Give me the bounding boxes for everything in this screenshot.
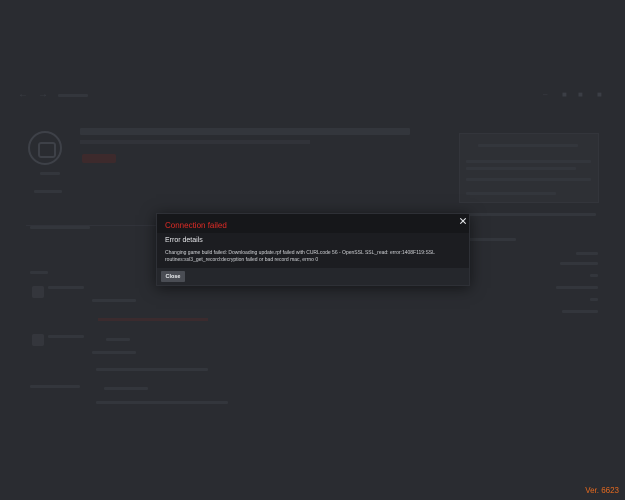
background-line <box>466 238 516 241</box>
background-control-icon: – <box>543 90 548 99</box>
background-avatar <box>32 334 44 346</box>
background-line <box>560 262 598 265</box>
background-control-icon: ■ <box>562 90 567 99</box>
background-line <box>30 271 48 274</box>
background-line <box>96 401 228 404</box>
background-line <box>92 351 136 354</box>
background-line <box>48 286 84 289</box>
dialog-header: Connection failed <box>157 214 469 233</box>
close-button[interactable]: Close <box>161 271 185 282</box>
close-icon[interactable] <box>459 217 467 225</box>
background-server-title <box>80 128 410 135</box>
error-message: Changing game build failed: Downloading … <box>165 250 435 263</box>
background-line <box>576 252 598 255</box>
background-line <box>96 368 208 371</box>
version-label: Ver. 6623 <box>585 486 619 495</box>
background-line <box>106 338 130 341</box>
connection-failed-dialog: Connection failed Error details Changing… <box>156 213 470 286</box>
background-line <box>562 310 598 313</box>
background-line <box>98 318 208 321</box>
background-info-panel <box>459 133 599 203</box>
background-server-subtitle <box>80 140 310 144</box>
dialog-footer: Close <box>157 268 469 285</box>
background-control-icon: ■ <box>597 90 602 99</box>
background-avatar <box>32 286 44 298</box>
background-control-icon: ■ <box>578 90 583 99</box>
background-line <box>556 286 598 289</box>
background-line <box>48 335 84 338</box>
background-stat <box>34 190 62 193</box>
error-details-heading: Error details <box>165 237 203 244</box>
background-line <box>590 274 598 277</box>
background-line <box>30 385 80 388</box>
background-line <box>590 298 598 301</box>
background-line <box>104 387 148 390</box>
dialog-body: Error details Changing game build failed… <box>165 237 463 264</box>
background-line <box>466 213 596 216</box>
background-line <box>92 299 136 302</box>
server-logo <box>28 131 62 165</box>
dialog-title: Connection failed <box>165 221 227 230</box>
background-line <box>30 226 90 229</box>
background-tab <box>58 94 88 97</box>
background-connect-button <box>82 154 116 163</box>
background-stat <box>40 172 60 175</box>
back-arrow-icon: ← <box>18 89 28 100</box>
forward-arrow-icon: → <box>38 89 48 100</box>
